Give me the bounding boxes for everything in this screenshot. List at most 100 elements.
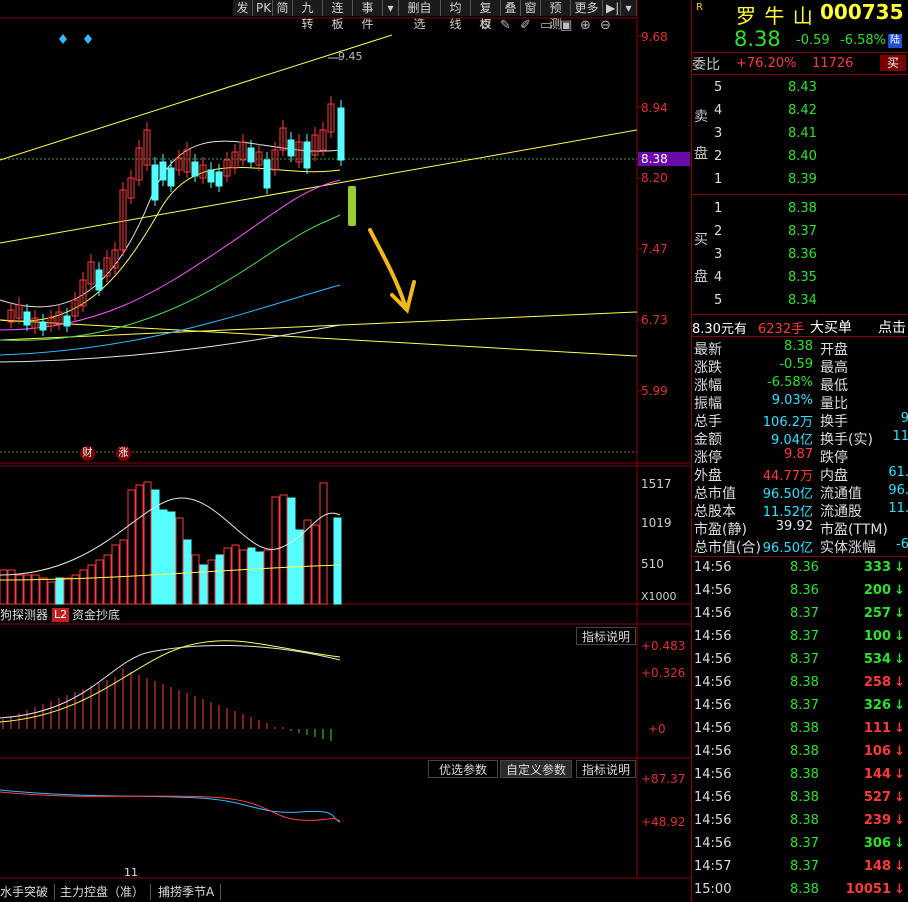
kd-line-k: [0, 789, 341, 823]
tick-time: 14:57: [694, 859, 732, 874]
tick-time: 14:56: [694, 790, 732, 805]
sell_side-price[interactable]: 8.40: [788, 149, 817, 164]
candle-body: [23, 311, 31, 326]
volume-axis-label: 510: [641, 557, 664, 571]
arrow-up-icon: ↓: [894, 882, 905, 897]
tick-volume: 257: [863, 606, 891, 621]
signal-diamond: [59, 34, 67, 44]
tick-time: 14:56: [694, 606, 732, 621]
tick-volume: 527: [863, 790, 891, 805]
volume-bar: [143, 481, 152, 605]
price-axis-label: 6.73: [641, 313, 668, 327]
tick-time: 14:56: [694, 675, 732, 690]
arrow-up-icon: ↓: [894, 744, 905, 759]
quote-value: 9.87: [784, 447, 813, 462]
quote-label-right: 市盈(TTM): [820, 522, 888, 538]
candle-body: [247, 147, 255, 163]
volume-bar: [79, 569, 88, 605]
tick-price: 8.37: [790, 606, 819, 621]
sell_side-level: 3: [714, 126, 723, 141]
preset-params-button[interactable]: 优选参数: [428, 760, 498, 778]
volume-bar: [103, 554, 112, 605]
arrow-down-icon: ↓: [894, 836, 905, 851]
buy_side-level: 2: [714, 224, 723, 239]
quote-value-right: 9: [900, 411, 908, 426]
buy_side-price[interactable]: 8.37: [788, 224, 817, 239]
volume-bar: [87, 564, 96, 605]
volume-axis-label: 1517: [641, 477, 672, 491]
sell_side-price[interactable]: 8.42: [788, 103, 817, 118]
big-order-volume: 6232手: [758, 322, 805, 337]
arrow-up-icon: ↓: [894, 767, 905, 782]
finance-event-marker[interactable]: 财: [80, 446, 95, 461]
buy_side-price[interactable]: 8.38: [788, 201, 817, 216]
tick-time: 14:56: [694, 560, 732, 575]
bottom-tab-season[interactable]: 捕捞季节A: [158, 884, 222, 900]
big-order-action[interactable]: 点击: [878, 317, 906, 337]
quote-label-right: 换手: [820, 414, 848, 430]
arrow-up-icon: ↓: [894, 721, 905, 736]
arrow-up-icon: ↓: [894, 790, 905, 805]
big-order-type: 大买单: [810, 320, 852, 336]
arrow-down-icon: ↓: [894, 698, 905, 713]
tick-price: 8.38: [790, 767, 819, 782]
kd-line-d: [0, 791, 341, 822]
sell_side-price[interactable]: 8.43: [788, 80, 817, 95]
price-axis-label: 9.68: [641, 30, 668, 44]
macd-axis-label: +0: [648, 722, 666, 736]
tick-time: 14:56: [694, 813, 732, 828]
candle-body: [167, 167, 175, 187]
volume-bar: [95, 559, 104, 605]
sell_side-level: 5: [714, 80, 723, 95]
sell_side-price[interactable]: 8.39: [788, 172, 817, 187]
sell_side-level: 1: [714, 172, 723, 187]
indicator-explain-button-2[interactable]: 指标说明: [576, 760, 636, 778]
volume-bar: [319, 482, 328, 605]
quote-value-right: 11: [892, 429, 908, 444]
volume-axis-label: 1019: [641, 516, 672, 530]
high-price-annotation: 9.45: [338, 50, 363, 63]
indicator-tab-detector[interactable]: 狗探测器: [0, 607, 48, 623]
tick-time: 14:56: [694, 629, 732, 644]
tick-price: 8.38: [790, 721, 819, 736]
buy_side-price[interactable]: 8.36: [788, 247, 817, 262]
quote-label-right: 流通值: [820, 486, 862, 502]
annotation-arrow: [368, 228, 416, 314]
quote-value-right: 61.: [888, 465, 908, 480]
bottom-tab-control[interactable]: 主力控盘（准）: [60, 884, 152, 900]
date-axis-label: 11: [124, 866, 138, 879]
buy-button[interactable]: 买: [880, 55, 906, 71]
arrow-up-icon: ↓: [894, 813, 905, 828]
weibi-label: 委比: [692, 57, 720, 73]
volume-bar: [223, 547, 232, 605]
volume-bar: [207, 559, 216, 605]
buy_side-price[interactable]: 8.34: [788, 293, 817, 308]
limit-up-event-marker[interactable]: 涨: [116, 446, 131, 461]
indicator-tab-capital-bottom[interactable]: 资金抄底: [72, 607, 120, 623]
quote-label-right: 实体涨幅: [820, 540, 876, 556]
ma10-line: [0, 167, 341, 322]
tick-time: 14:56: [694, 698, 732, 713]
quote-value: 106.2万: [762, 415, 813, 430]
macd-axis-label: +0.326: [641, 666, 686, 680]
quote-label-right: 内盘: [820, 468, 848, 484]
sell_side-price[interactable]: 8.41: [788, 126, 817, 141]
custom-params-button[interactable]: 自定义参数: [500, 760, 572, 778]
stock-change-pct: -6.58%: [840, 33, 886, 48]
quote-value-right: 96.: [888, 483, 908, 498]
bottom-tab-sailor[interactable]: 水手突破: [0, 884, 56, 900]
volume-bar: [271, 496, 280, 605]
buy-label-2: 盘: [694, 269, 708, 285]
quote-value: 39.92: [775, 519, 813, 534]
sell-label: 卖: [694, 109, 708, 125]
arrow-down-icon: ↓: [894, 652, 905, 667]
quote-value: 9.03%: [771, 393, 813, 408]
quote-label-right: 开盘: [820, 342, 848, 358]
quote-value-right: -6: [896, 537, 908, 552]
candle-body: [263, 159, 271, 189]
tick-price: 8.38: [790, 675, 819, 690]
channel-upper-line: [0, 34, 393, 161]
volume-bar: [279, 494, 288, 605]
buy_side-price[interactable]: 8.35: [788, 270, 817, 285]
indicator-explain-button[interactable]: 指标说明: [576, 627, 636, 645]
